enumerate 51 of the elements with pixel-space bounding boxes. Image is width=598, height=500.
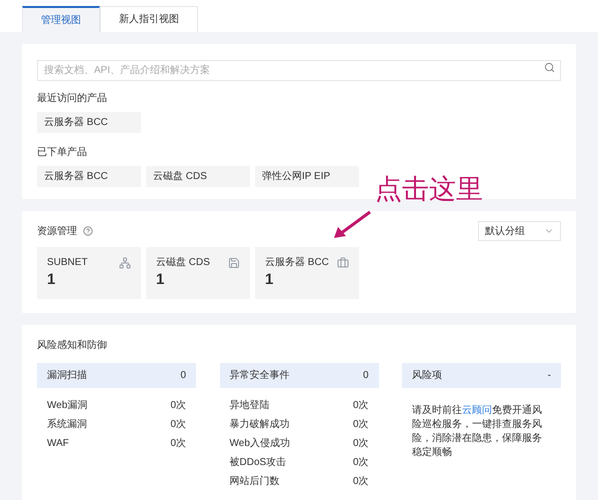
product-chip[interactable]: 弹性公网IP EIP [255, 166, 359, 187]
metric-value: 0次 [170, 437, 186, 451]
resource-name: SUBNET [47, 256, 88, 270]
section-title: 已下单产品 [37, 146, 88, 160]
metric-label: 异地登陆 [230, 398, 270, 413]
resource-card[interactable]: 云磁盘 CDS 1 [146, 247, 250, 299]
risk-note: 请及时前往云顾问免费开通风险巡检服务，一键排查服务风险，消除潜在隐患，保障服务稳定顺畅 [411, 404, 543, 460]
metric-value: 0次 [352, 418, 368, 432]
group-select[interactable]: 默认分组 [478, 221, 561, 241]
metric-label: Web漏洞 [47, 399, 88, 413]
product-chip[interactable]: 云磁盘 CDS [146, 166, 250, 187]
help-icon[interactable] [83, 226, 93, 236]
resource-card[interactable]: 云服务器 BCC 1 [255, 247, 359, 299]
metric-value: 0次 [170, 418, 186, 432]
annotation-text: 点击这里 [375, 173, 483, 205]
metric-value: 0次 [352, 475, 368, 489]
server-icon [337, 256, 349, 268]
resource-card[interactable]: SUBNET 1 [37, 247, 141, 299]
metric-value: 0次 [352, 456, 368, 470]
search-icon[interactable] [544, 62, 555, 73]
network-icon [119, 256, 131, 268]
resource-count: 1 [47, 270, 56, 290]
category-count: - [548, 369, 551, 383]
metric-label: 暴力破解成功 [230, 418, 290, 432]
metric-label: 系统漏洞 [47, 418, 87, 432]
section-title: 资源管理 [37, 224, 77, 238]
resource-count: 1 [156, 270, 166, 290]
metric-value: 0次 [352, 399, 368, 413]
metric-label: 网站后门数 [230, 474, 280, 489]
product-chip[interactable]: 云服务器 BCC [37, 166, 141, 187]
metric-label: Web入侵成功 [230, 436, 290, 451]
category-title: 异常安全事件 [230, 368, 290, 383]
metric-label: WAF [47, 437, 69, 451]
advisor-link[interactable]: 云顾问 [462, 405, 492, 416]
tab[interactable]: 新人指引视图 [100, 6, 198, 32]
category-count: 0 [362, 369, 368, 383]
section-title: 最近访问的产品 [37, 92, 108, 106]
metric-value: 0次 [352, 437, 368, 451]
resource-count: 1 [265, 270, 274, 290]
resource-name: 云磁盘 CDS [156, 256, 210, 270]
product-chip[interactable]: 云服务器 BCC [37, 112, 141, 133]
category-title: 漏洞扫描 [47, 368, 87, 383]
metric-value: 0次 [170, 399, 186, 413]
category-count: 0 [180, 369, 186, 383]
section-title: 风险感知和防御 [37, 338, 108, 353]
resource-name: 云服务器 BCC [265, 256, 329, 270]
metric-label: 被DDoS攻击 [230, 456, 286, 470]
search-field[interactable]: 搜索文档、API、产品介绍和解决方案 [37, 60, 561, 81]
tab[interactable]: 管理视图 [22, 6, 100, 32]
annotation-arrow [332, 210, 372, 240]
category-title: 风险项 [412, 369, 442, 383]
